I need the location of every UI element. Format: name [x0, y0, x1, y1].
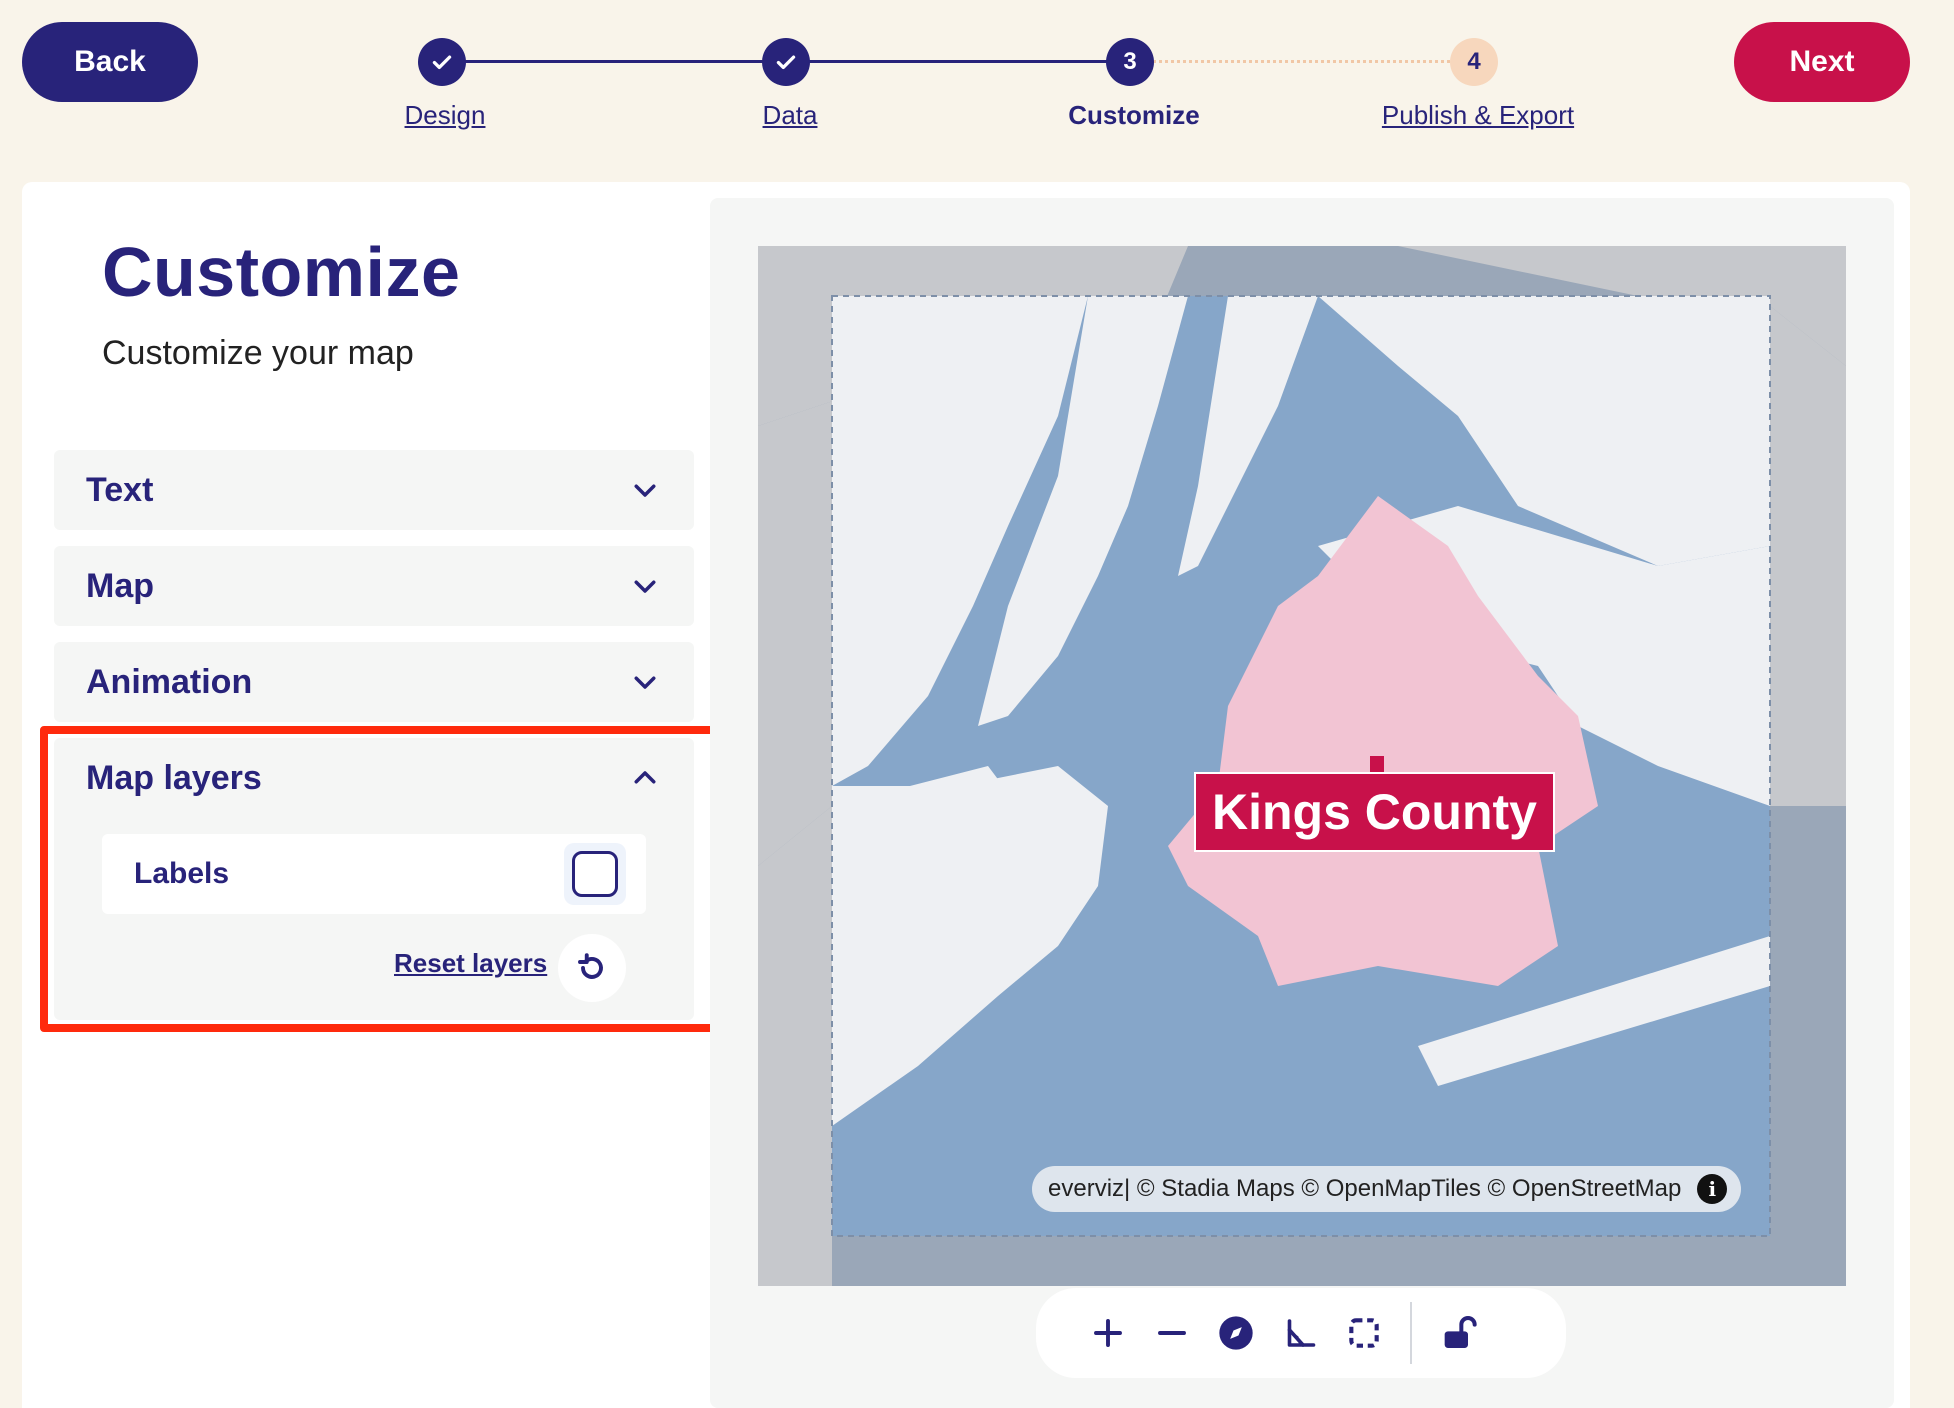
chevron-down-icon	[628, 665, 662, 699]
attribution-text: | © Stadia Maps © OpenMapTiles © OpenStr…	[1124, 1175, 1682, 1202]
section-map-label: Map	[86, 566, 154, 605]
check-icon	[776, 55, 796, 70]
step-label-data[interactable]: Data	[763, 100, 818, 131]
chevron-up-icon	[628, 761, 662, 795]
fit-bounds-icon	[1349, 1318, 1379, 1348]
section-animation[interactable]: Animation	[54, 642, 694, 722]
next-button[interactable]: Next	[1734, 22, 1910, 102]
zoom-out-button[interactable]	[1140, 1301, 1204, 1365]
stepper-line-complete	[442, 60, 786, 63]
info-icon[interactable]: i	[1697, 1174, 1728, 1204]
stepper-line-complete	[786, 60, 1130, 63]
chevron-down-icon	[628, 473, 662, 507]
section-text-label: Text	[86, 470, 154, 509]
labels-layer-label: Labels	[134, 857, 230, 890]
step-1-done[interactable]	[418, 38, 466, 86]
map-attribution: everviz | © Stadia Maps © OpenMapTiles ©…	[1032, 1166, 1742, 1212]
step-2-done[interactable]	[762, 38, 810, 86]
reset-layers-link[interactable]: Reset layers	[394, 948, 547, 979]
page-title: Customize	[102, 233, 461, 311]
section-text[interactable]: Text	[54, 450, 694, 530]
step-label-publish-export[interactable]: Publish & Export	[1382, 100, 1574, 131]
compass-icon	[1219, 1316, 1253, 1350]
stepper-line-pending	[1130, 60, 1474, 63]
plus-icon	[1094, 1319, 1122, 1347]
minus-icon	[1158, 1331, 1186, 1335]
page-subtitle: Customize your map	[102, 334, 414, 372]
lock-toggle-button[interactable]	[1426, 1301, 1490, 1365]
check-icon	[432, 55, 452, 70]
step-label-design[interactable]: Design	[405, 100, 486, 131]
section-animation-label: Animation	[86, 662, 253, 701]
section-map[interactable]: Map	[54, 546, 694, 626]
labels-layer-row: Labels	[102, 834, 646, 914]
map-toolbar	[1036, 1288, 1566, 1378]
compass-button[interactable]	[1204, 1301, 1268, 1365]
unlock-icon	[1444, 1316, 1477, 1348]
labels-checkbox[interactable]	[564, 843, 626, 905]
checkbox-box	[572, 851, 618, 897]
angle-icon	[1287, 1319, 1316, 1347]
kings-county-label[interactable]: Kings County	[1194, 772, 1555, 852]
zoom-in-button[interactable]	[1076, 1301, 1140, 1365]
map-canvas[interactable]	[758, 246, 1846, 1286]
map-graphic	[758, 246, 1846, 1286]
progress-stepper: 3 4 Design Data Customize Publish & Expo…	[0, 0, 1954, 140]
attribution-brand[interactable]: everviz	[1048, 1175, 1124, 1203]
section-map-layers-header[interactable]: Map layers	[54, 738, 694, 818]
section-map-layers-label: Map layers	[86, 758, 262, 797]
chevron-down-icon	[628, 569, 662, 603]
toolbar-divider	[1410, 1302, 1412, 1364]
fit-bounds-button[interactable]	[1332, 1301, 1396, 1365]
reset-layers-button[interactable]	[558, 934, 626, 1002]
step-3-current: 3	[1106, 38, 1154, 86]
step-label-customize: Customize	[1068, 100, 1200, 130]
section-map-layers: Map layers Labels Reset layers	[54, 738, 694, 1020]
angle-button[interactable]	[1268, 1301, 1332, 1365]
step-4-pending[interactable]: 4	[1450, 38, 1498, 86]
reset-icon	[578, 953, 603, 979]
